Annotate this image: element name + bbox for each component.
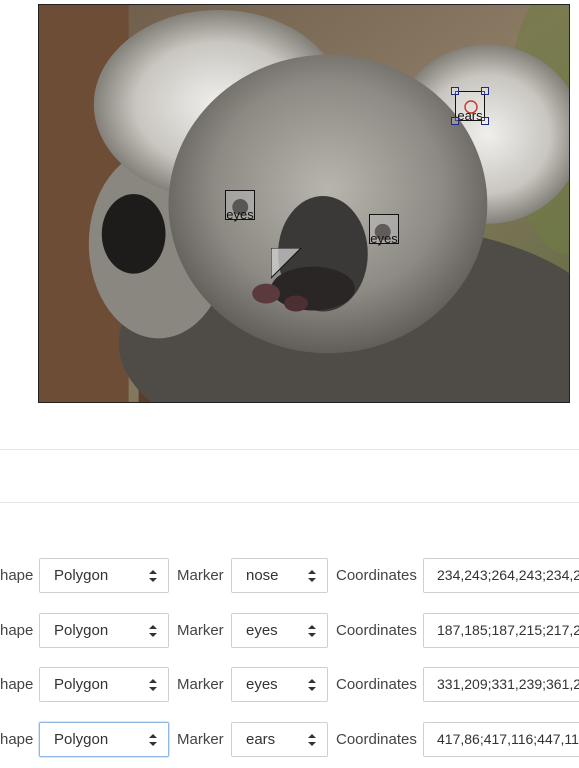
section-divider xyxy=(0,502,579,503)
coordinates-input[interactable]: 331,209;331,239;361,2 xyxy=(423,667,579,702)
coordinates-input[interactable]: 417,86;417,116;447,11 xyxy=(423,722,579,757)
marker-label: ears xyxy=(457,108,483,123)
resize-handle-bottom-right[interactable] xyxy=(481,117,489,125)
marker-select[interactable]: nose xyxy=(231,558,328,593)
annotation-row: hape Polygon Marker nose Coordinates 234… xyxy=(0,558,579,594)
select-arrows-icon xyxy=(149,679,157,691)
marker-select-value: eyes xyxy=(246,622,278,639)
coordinates-input[interactable]: 234,243;264,243;234,2 xyxy=(423,558,579,593)
resize-handle-top-right[interactable] xyxy=(481,87,489,95)
marker-label: eyes xyxy=(226,207,254,222)
marker-field-label: Marker xyxy=(177,622,224,639)
marker-select[interactable]: ears xyxy=(231,722,328,757)
select-arrows-icon xyxy=(308,734,316,746)
nose-marker-polygon[interactable] xyxy=(271,248,303,280)
shape-select[interactable]: Polygon xyxy=(39,722,169,757)
eyes-marker-right[interactable]: eyes xyxy=(369,214,399,246)
marker-select[interactable]: eyes xyxy=(231,667,328,702)
marker-field-label: Marker xyxy=(177,676,224,693)
shape-label: hape xyxy=(0,622,34,639)
marker-field-label: Marker xyxy=(177,567,224,584)
annotation-row: hape Polygon Marker ears Coordinates 417… xyxy=(0,722,579,758)
shape-select-value: Polygon xyxy=(54,567,109,584)
shape-select-value: Polygon xyxy=(54,676,109,693)
marker-label: eyes xyxy=(370,231,398,246)
select-arrows-icon xyxy=(149,570,157,582)
marker-select-value: ears xyxy=(246,731,276,748)
shape-select-value: Polygon xyxy=(54,731,109,748)
coordinates-value: 417,86;417,116;447,11 xyxy=(437,731,579,747)
coordinates-label: Coordinates xyxy=(336,622,417,639)
coordinates-value: 234,243;264,243;234,2 xyxy=(437,567,579,583)
eyes-marker-left[interactable]: eyes xyxy=(225,190,255,222)
select-arrows-icon xyxy=(149,734,157,746)
select-arrows-icon xyxy=(308,679,316,691)
shape-select[interactable]: Polygon xyxy=(39,558,169,593)
annotation-image-canvas[interactable]: eyes eyes ears xyxy=(38,4,570,403)
coordinates-value: 187,185;187,215;217,2 xyxy=(437,622,579,638)
select-arrows-icon xyxy=(149,625,157,637)
coordinates-input[interactable]: 187,185;187,215;217,2 xyxy=(423,613,579,648)
coordinates-label: Coordinates xyxy=(336,567,417,584)
marker-field-label: Marker xyxy=(177,731,224,748)
coordinates-label: Coordinates xyxy=(336,731,417,748)
marker-select-value: nose xyxy=(246,567,279,584)
marker-select[interactable]: eyes xyxy=(231,613,328,648)
resize-handle-bottom-left[interactable] xyxy=(451,117,459,125)
marker-select-value: eyes xyxy=(246,676,278,693)
annotation-row: hape Polygon Marker eyes Coordinates 331… xyxy=(0,667,579,703)
shape-label: hape xyxy=(0,676,34,693)
coordinates-label: Coordinates xyxy=(336,676,417,693)
koala-photo xyxy=(39,5,569,402)
shape-label: hape xyxy=(0,567,34,584)
shape-select[interactable]: Polygon xyxy=(39,667,169,702)
select-arrows-icon xyxy=(308,625,316,637)
shape-select-value: Polygon xyxy=(54,622,109,639)
resize-handle-top-left[interactable] xyxy=(451,87,459,95)
section-divider xyxy=(0,449,579,450)
shape-select[interactable]: Polygon xyxy=(39,613,169,648)
annotation-row: hape Polygon Marker eyes Coordinates 187… xyxy=(0,613,579,649)
select-arrows-icon xyxy=(308,570,316,582)
coordinates-value: 331,209;331,239;361,2 xyxy=(437,676,579,692)
shape-label: hape xyxy=(0,731,34,748)
